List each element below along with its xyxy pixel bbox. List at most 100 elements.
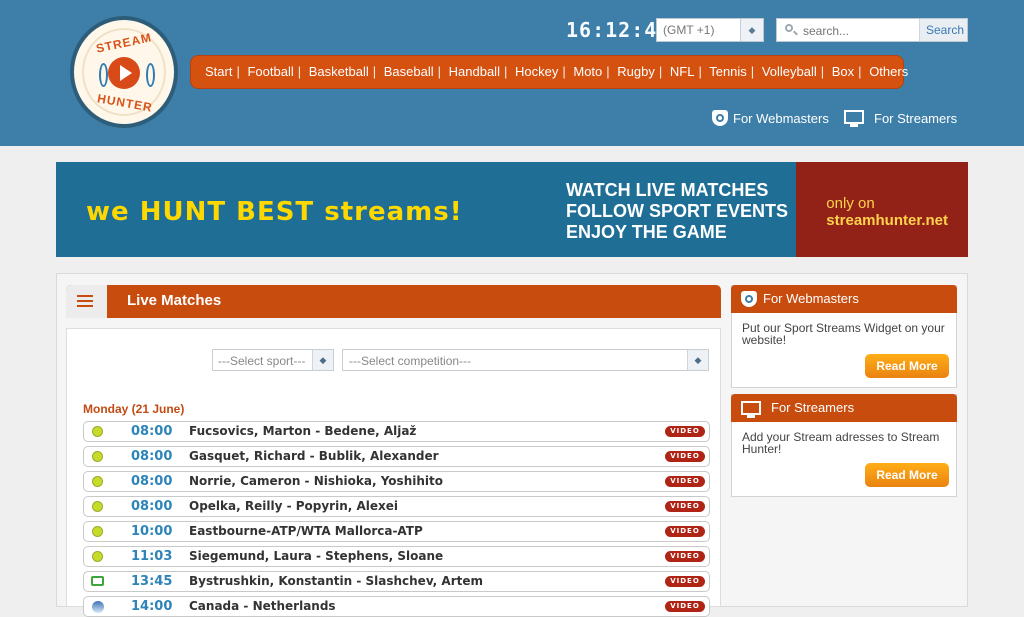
shield-icon xyxy=(712,110,728,126)
nav-others[interactable]: Others xyxy=(869,64,908,79)
banner-tagline: we HUNT BEST streams! xyxy=(86,197,463,227)
nav-rugby[interactable]: Rugby xyxy=(617,64,655,79)
nav-separator: | xyxy=(437,64,442,79)
match-title: Siegemund, Laura - Stephens, Sloane xyxy=(189,549,444,563)
promo-banner[interactable]: we HUNT BEST streams! WATCH LIVE MATCHES… xyxy=(56,162,968,257)
nav-football[interactable]: Football xyxy=(247,64,293,79)
nav-volleyball[interactable]: Volleyball xyxy=(762,64,817,79)
nav-separator: | xyxy=(606,64,610,79)
nav-separator: | xyxy=(698,64,702,79)
live-matches-panel: ---Select sport--- ◆ ---Select competiti… xyxy=(66,328,721,617)
tennis-ball-icon xyxy=(92,451,103,462)
nav-separator: | xyxy=(297,64,302,79)
webmasters-card-title: For Webmasters xyxy=(763,291,859,306)
volleyball-icon xyxy=(92,601,104,613)
webmasters-card-text: Put our Sport Streams Widget on your web… xyxy=(742,321,945,347)
match-title: Norrie, Cameron - Nishioka, Yoshihito xyxy=(189,474,443,488)
nav-hockey[interactable]: Hockey xyxy=(515,64,558,79)
video-badge[interactable]: VIDEO xyxy=(665,451,705,462)
match-title: Canada - Netherlands xyxy=(189,599,336,613)
chevron-updown-icon[interactable]: ◆ xyxy=(687,350,708,370)
menu-icon[interactable] xyxy=(66,285,107,318)
banner-only-on: only on xyxy=(826,195,875,212)
sound-wave-icon xyxy=(99,63,108,87)
for-streamers-label: For Streamers xyxy=(874,111,958,126)
search-box: Search xyxy=(776,18,968,42)
match-row[interactable]: 08:00 Norrie, Cameron - Nishioka, Yoshih… xyxy=(83,471,710,492)
match-title: Fucsovics, Marton - Bedene, Aljaž xyxy=(189,424,417,438)
streamers-card-title: For Streamers xyxy=(771,400,855,415)
shield-icon xyxy=(741,291,757,307)
day-heading: Monday (21 June) xyxy=(83,402,185,416)
nav-nfl[interactable]: NFL xyxy=(670,64,695,79)
live-matches-title: Live Matches xyxy=(127,292,222,309)
video-badge[interactable]: VIDEO xyxy=(665,501,705,512)
match-time: 10:00 xyxy=(131,524,173,539)
chevron-updown-icon[interactable]: ◆ xyxy=(740,19,763,41)
match-row[interactable]: 10:00 Eastbourne-ATP/WTA Mallorca-ATP VI… xyxy=(83,521,710,542)
for-webmasters-link[interactable]: For Webmasters xyxy=(712,108,832,130)
for-webmasters-label: For Webmasters xyxy=(733,111,829,126)
match-time: 08:00 xyxy=(131,499,173,514)
match-row[interactable]: 08:00 Opelka, Reilly - Popyrin, Alexei V… xyxy=(83,496,710,517)
match-time: 11:03 xyxy=(131,549,173,564)
nav-basketball[interactable]: Basketball xyxy=(309,64,369,79)
banner-feature-lines: WATCH LIVE MATCHES FOLLOW SPORT EVENTS E… xyxy=(566,180,788,243)
nav-separator: | xyxy=(858,64,862,79)
streamers-read-more-button[interactable]: Read More xyxy=(865,463,949,487)
sport-select[interactable]: ---Select sport--- ◆ xyxy=(212,349,334,371)
webmasters-card-header: For Webmasters xyxy=(731,285,957,313)
tennis-ball-icon xyxy=(92,501,103,512)
search-button[interactable]: Search xyxy=(919,19,967,41)
match-time: 08:00 xyxy=(131,424,173,439)
stream-hunter-logo[interactable]: STREAM HUNTER xyxy=(70,16,178,128)
nav-separator: | xyxy=(820,64,825,79)
for-streamers-link[interactable]: For Streamers xyxy=(844,108,964,130)
banner-line: FOLLOW SPORT EVENTS xyxy=(566,201,789,221)
streamers-card: For Streamers Add your Stream adresses t… xyxy=(731,394,957,497)
banner-site: streamhunter.net xyxy=(826,212,948,229)
match-title: Eastbourne-ATP/WTA Mallorca-ATP xyxy=(189,524,423,538)
nav-separator: | xyxy=(658,64,663,79)
site-header: STREAM HUNTER 16:12:43 (GMT +1) ◆ Search… xyxy=(0,0,1024,146)
match-row[interactable]: 13:45 Bystrushkin, Konstantin - Slashche… xyxy=(83,571,710,592)
sport-select-value: ---Select sport--- xyxy=(218,354,306,368)
webmasters-card: For Webmasters Put our Sport Streams Wid… xyxy=(731,285,957,388)
nav-separator: | xyxy=(236,64,240,79)
chevron-updown-icon[interactable]: ◆ xyxy=(312,350,333,370)
competition-select-value: ---Select competition--- xyxy=(349,354,472,368)
timezone-select[interactable]: (GMT +1) ◆ xyxy=(656,18,764,42)
video-badge[interactable]: VIDEO xyxy=(665,526,705,537)
nav-separator: | xyxy=(562,64,566,79)
nav-box[interactable]: Box xyxy=(832,64,854,79)
match-row[interactable]: 11:03 Siegemund, Laura - Stephens, Sloan… xyxy=(83,546,710,567)
match-row[interactable]: 08:00 Gasquet, Richard - Bublik, Alexand… xyxy=(83,446,710,467)
sound-wave-icon xyxy=(146,63,155,87)
nav-tennis[interactable]: Tennis xyxy=(709,64,747,79)
nav-separator: | xyxy=(750,64,755,79)
tennis-ball-icon xyxy=(92,476,103,487)
streamers-card-header: For Streamers xyxy=(731,394,957,422)
nav-moto[interactable]: Moto xyxy=(573,64,602,79)
monitor-icon xyxy=(741,401,761,418)
video-badge[interactable]: VIDEO xyxy=(665,476,705,487)
video-badge[interactable]: VIDEO xyxy=(665,576,705,587)
match-time: 08:00 xyxy=(131,449,173,464)
nav-separator: | xyxy=(372,64,377,79)
banner-line: ENJOY THE GAME xyxy=(566,222,727,242)
video-badge[interactable]: VIDEO xyxy=(665,426,705,437)
match-title: Opelka, Reilly - Popyrin, Alexei xyxy=(189,499,399,513)
video-badge[interactable]: VIDEO xyxy=(665,551,705,562)
match-title: Gasquet, Richard - Bublik, Alexander xyxy=(189,449,439,463)
match-time: 13:45 xyxy=(131,574,173,589)
webmasters-read-more-button[interactable]: Read More xyxy=(865,354,949,378)
nav-baseball[interactable]: Baseball xyxy=(384,64,434,79)
nav-handball[interactable]: Handball xyxy=(449,64,500,79)
competition-select[interactable]: ---Select competition--- ◆ xyxy=(342,349,709,371)
search-input[interactable] xyxy=(801,22,921,40)
match-row[interactable]: 08:00 Fucsovics, Marton - Bedene, Aljaž … xyxy=(83,421,710,442)
nav-start[interactable]: Start xyxy=(205,64,232,79)
tennis-ball-icon xyxy=(92,526,103,537)
search-icon xyxy=(785,24,793,32)
match-time: 08:00 xyxy=(131,474,173,489)
